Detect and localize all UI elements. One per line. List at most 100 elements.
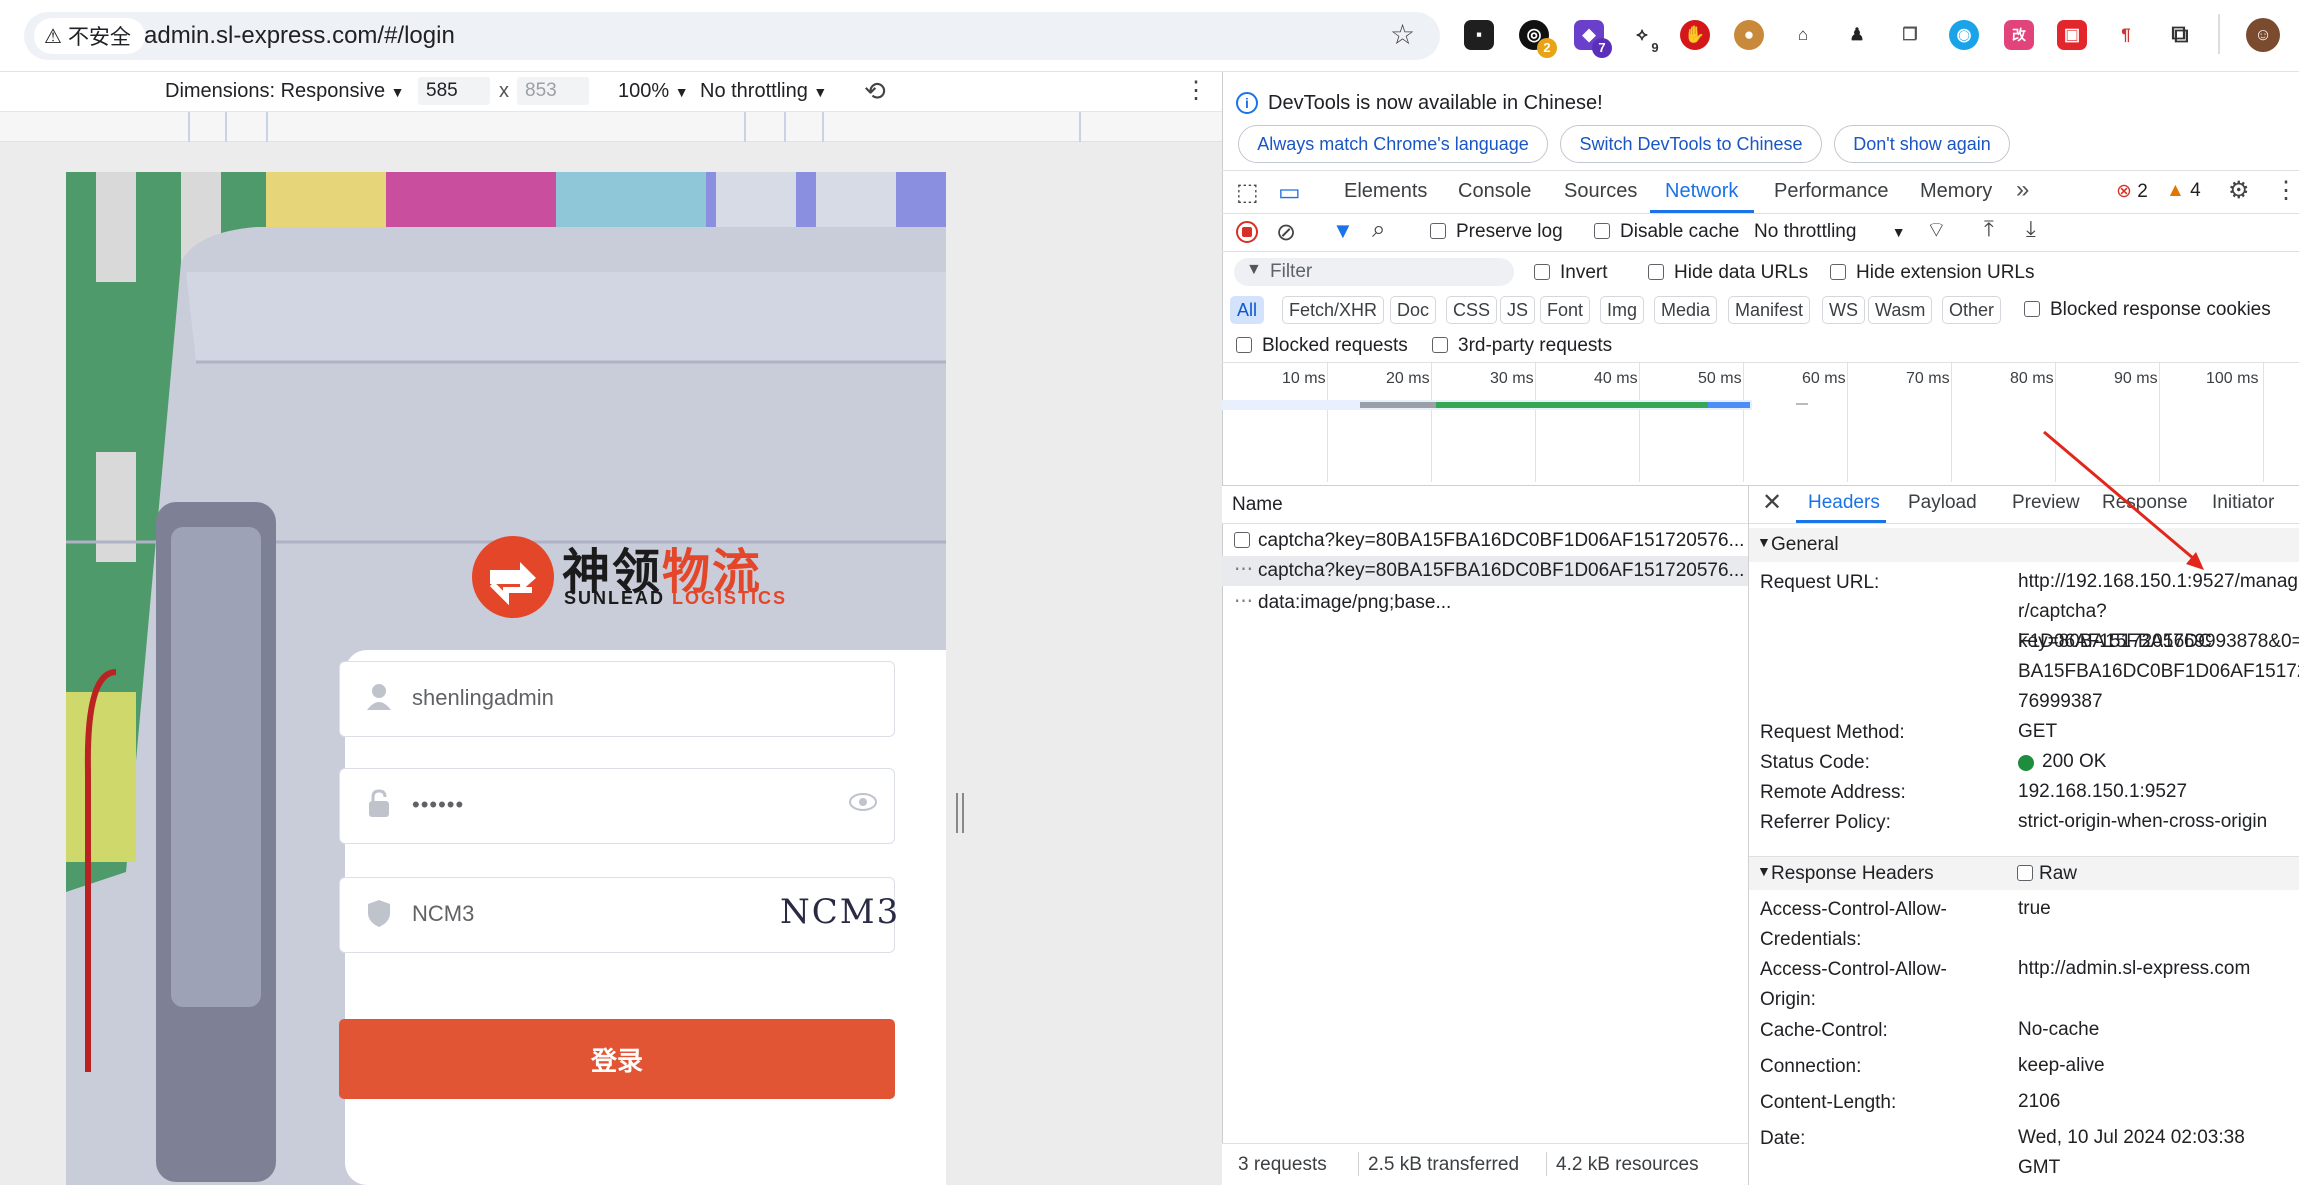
- type-filter-img[interactable]: Img: [1600, 296, 1645, 324]
- inspect-element-icon[interactable]: ⬚: [1236, 178, 1259, 207]
- type-filter-doc[interactable]: Doc: [1390, 296, 1437, 324]
- tab-performance[interactable]: Performance: [1774, 180, 1889, 203]
- tab-network[interactable]: Network: [1665, 180, 1738, 203]
- cookie-icon[interactable]: ●: [1734, 20, 1764, 50]
- tab-headers[interactable]: Headers: [1808, 492, 1880, 514]
- resize-handle[interactable]: [956, 793, 964, 833]
- preserve-log-checkbox[interactable]: Preserve log: [1430, 221, 1563, 243]
- document-icon: [1234, 532, 1250, 548]
- timeline-tick: 90 ms: [2114, 370, 2158, 387]
- more-options-icon[interactable]: ⋮: [1184, 76, 1208, 105]
- match-chrome-language-button[interactable]: Always match Chrome's language: [1238, 125, 1548, 163]
- extension-icon[interactable]: ▣: [2057, 20, 2087, 50]
- third-party-requests-checkbox[interactable]: 3rd-party requests: [1432, 335, 1612, 357]
- request-row[interactable]: captcha?key=80BA15FBA16DC0BF1D06AF151720…: [1222, 526, 1748, 556]
- hide-data-urls-checkbox[interactable]: Hide data URLs: [1648, 262, 1808, 284]
- extension-icon[interactable]: ⟡ 9: [1627, 20, 1665, 58]
- height-input[interactable]: 853: [517, 77, 589, 105]
- dimensions-dropdown[interactable]: Dimensions: Responsive ▼: [165, 80, 405, 103]
- disable-cache-checkbox[interactable]: Disable cache: [1594, 221, 1739, 243]
- ruler-mark: [225, 112, 227, 142]
- close-icon[interactable]: ✕: [1762, 488, 1782, 517]
- import-har-icon[interactable]: ⤒: [1984, 216, 1994, 242]
- settings-gear-icon[interactable]: ⚙: [2228, 176, 2250, 205]
- bookmark-star-icon[interactable]: ☆: [1390, 18, 1415, 51]
- throttling-dropdown[interactable]: No throttling ▼: [700, 80, 827, 103]
- url-text[interactable]: admin.sl-express.com/#/login: [144, 22, 455, 50]
- search-icon[interactable]: ⌕: [1372, 216, 1385, 244]
- network-throttling-dropdown[interactable]: No throttling ▼: [1754, 221, 1906, 243]
- blocked-requests-checkbox[interactable]: Blocked requests: [1236, 335, 1408, 357]
- extension-icon[interactable]: ✋: [1680, 20, 1710, 50]
- type-filter-font[interactable]: Font: [1540, 296, 1591, 324]
- timeline-gridline: [1847, 362, 1848, 482]
- device-toggle-icon[interactable]: ▭: [1278, 178, 1301, 207]
- type-filter-ws[interactable]: WS: [1822, 296, 1865, 324]
- warning-counter[interactable]: ▲ 4: [2166, 180, 2201, 202]
- dont-show-again-button[interactable]: Don't show again: [1834, 125, 2010, 163]
- filter-input[interactable]: ▼ Filter: [1234, 258, 1514, 286]
- rotate-icon[interactable]: ⟲: [864, 76, 886, 107]
- extension-icon[interactable]: ◆ 7: [1574, 20, 1612, 58]
- devtools-menu-icon[interactable]: ⋮: [2274, 176, 2298, 205]
- network-status-bar: 3 requests 2.5 kB transferred 4.2 kB res…: [1222, 1143, 1748, 1185]
- captcha-image[interactable]: NCM3: [780, 892, 898, 938]
- type-filter-all[interactable]: All: [1230, 296, 1265, 324]
- type-filter-fetch-xhr[interactable]: Fetch/XHR: [1282, 296, 1385, 324]
- panel-divider[interactable]: [1748, 486, 1749, 1185]
- status-code-value: 200 OK: [2042, 751, 2107, 772]
- export-har-icon[interactable]: ⤓: [2026, 216, 2036, 242]
- captcha-field[interactable]: NCM3 NCM3: [339, 877, 898, 953]
- avatar[interactable]: ☺: [2246, 18, 2280, 52]
- hide-extension-urls-checkbox[interactable]: Hide extension URLs: [1830, 262, 2034, 284]
- type-filter-manifest[interactable]: Manifest: [1728, 296, 1811, 324]
- timeline-gridline: [1431, 362, 1432, 482]
- tab-sources[interactable]: Sources: [1564, 180, 1637, 203]
- sunlead-logo-icon: [472, 536, 554, 618]
- record-stop-icon[interactable]: [1236, 221, 1258, 243]
- extension-icon[interactable]: ♟: [1842, 20, 1872, 50]
- login-button[interactable]: 登录: [339, 1019, 895, 1099]
- clear-icon[interactable]: ⊘: [1276, 218, 1296, 247]
- type-filter-wasm[interactable]: Wasm: [1868, 296, 1933, 324]
- extension-icon[interactable]: ¶: [2111, 20, 2141, 50]
- type-filter-other[interactable]: Other: [1942, 296, 2002, 324]
- extension-icon[interactable]: 改: [2004, 20, 2034, 50]
- username-field[interactable]: shenlingadmin: [339, 661, 895, 737]
- captcha-input-value: NCM3: [412, 901, 475, 926]
- request-row-selected[interactable]: ⋯ captcha?key=80BA15FBA16DC0BF1D06AF1517…: [1222, 556, 1748, 586]
- tab-initiator[interactable]: Initiator: [2212, 492, 2274, 514]
- tab-payload[interactable]: Payload: [1908, 492, 1977, 514]
- extension-icon[interactable]: ❐: [1895, 20, 1925, 50]
- blocked-response-cookies-checkbox[interactable]: Blocked response cookies: [2024, 299, 2271, 321]
- width-input[interactable]: 585: [418, 77, 490, 105]
- type-filter-js[interactable]: JS: [1500, 296, 1536, 324]
- extension-icon[interactable]: ▪: [1464, 20, 1494, 50]
- extensions-puzzle-icon[interactable]: ⧉: [2165, 20, 2195, 50]
- security-indicator[interactable]: ⚠ 不安全: [34, 18, 145, 54]
- password-field[interactable]: ••••••: [339, 768, 895, 844]
- extension-icon[interactable]: ◎ 2: [1519, 20, 1557, 58]
- tab-console[interactable]: Console: [1458, 180, 1531, 203]
- filter-funnel-icon[interactable]: ▼: [1332, 218, 1354, 244]
- request-row[interactable]: ⋯ data:image/png;base...: [1222, 588, 1748, 618]
- tab-elements[interactable]: Elements: [1344, 180, 1427, 203]
- extension-icon[interactable]: ⌂: [1788, 20, 1818, 50]
- tab-memory[interactable]: Memory: [1920, 180, 1992, 203]
- network-conditions-icon[interactable]: ⌔: [1926, 216, 1947, 244]
- response-headers-section-header[interactable]: ▼ Response Headers Raw: [1749, 856, 2299, 890]
- type-filter-media[interactable]: Media: [1654, 296, 1718, 324]
- type-filter-css[interactable]: CSS: [1446, 296, 1498, 324]
- timeline-tick: 100 ms: [2206, 370, 2259, 387]
- invert-checkbox[interactable]: Invert: [1534, 262, 1608, 284]
- more-tabs-icon[interactable]: »: [2016, 176, 2029, 204]
- error-counter[interactable]: ⊗ 2: [2116, 180, 2148, 203]
- cache-control-label: Cache-Control:: [1760, 1020, 1888, 1041]
- raw-checkbox[interactable]: Raw: [2017, 863, 2077, 885]
- browser-toolbar: ⚠ 不安全 admin.sl-express.com/#/login ☆ ▪ ◎…: [0, 0, 2299, 72]
- acao-label: Access-Control-Allow-: [1760, 959, 1947, 980]
- switch-to-chinese-button[interactable]: Switch DevTools to Chinese: [1560, 125, 1822, 163]
- eye-icon[interactable]: [848, 791, 878, 818]
- zoom-dropdown[interactable]: 100% ▼: [618, 80, 689, 103]
- extension-icon[interactable]: ◉: [1949, 20, 1979, 50]
